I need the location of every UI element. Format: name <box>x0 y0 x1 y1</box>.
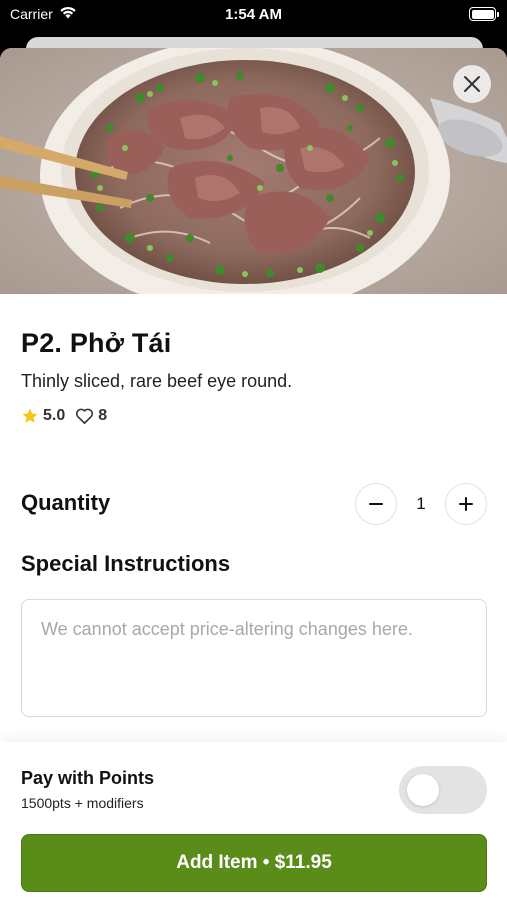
star-icon <box>22 408 38 423</box>
pay-with-points-toggle[interactable] <box>399 766 487 814</box>
item-meta: 5.0 8 <box>21 407 107 425</box>
special-instructions-box <box>21 599 487 717</box>
footer-panel: Pay with Points 1500pts + modifiers Add … <box>0 742 507 900</box>
item-rating: 5.0 <box>43 407 66 424</box>
quantity-label: Quantity <box>21 490 111 515</box>
close-icon <box>464 76 480 92</box>
close-button[interactable] <box>453 65 491 103</box>
item-title: P2. Phở Tái <box>21 328 172 358</box>
quantity-increase-button[interactable] <box>445 483 487 525</box>
heart-icon[interactable] <box>75 407 94 425</box>
item-detail-modal: P2. Phở Tái Thinly sliced, rare beef eye… <box>0 48 507 900</box>
pay-with-points-label: Pay with Points <box>21 768 155 788</box>
special-instructions-input[interactable] <box>41 617 467 699</box>
item-description: Thinly sliced, rare beef eye round. <box>21 371 293 391</box>
battery-icon <box>469 7 499 21</box>
plus-icon <box>459 497 473 511</box>
special-instructions-label: Special Instructions <box>21 551 231 576</box>
add-item-button[interactable]: Add Item • $11.95 <box>21 834 487 892</box>
status-bar: Carrier 1:54 AM <box>0 0 507 30</box>
minus-icon <box>369 503 383 505</box>
status-time: 1:54 AM <box>225 6 282 23</box>
item-image <box>0 48 507 294</box>
item-likes: 8 <box>98 407 108 424</box>
pay-with-points-subtitle: 1500pts + modifiers <box>21 795 144 811</box>
toggle-knob <box>407 774 439 806</box>
quantity-decrease-button[interactable] <box>355 483 397 525</box>
quantity-value: 1 <box>416 494 426 513</box>
